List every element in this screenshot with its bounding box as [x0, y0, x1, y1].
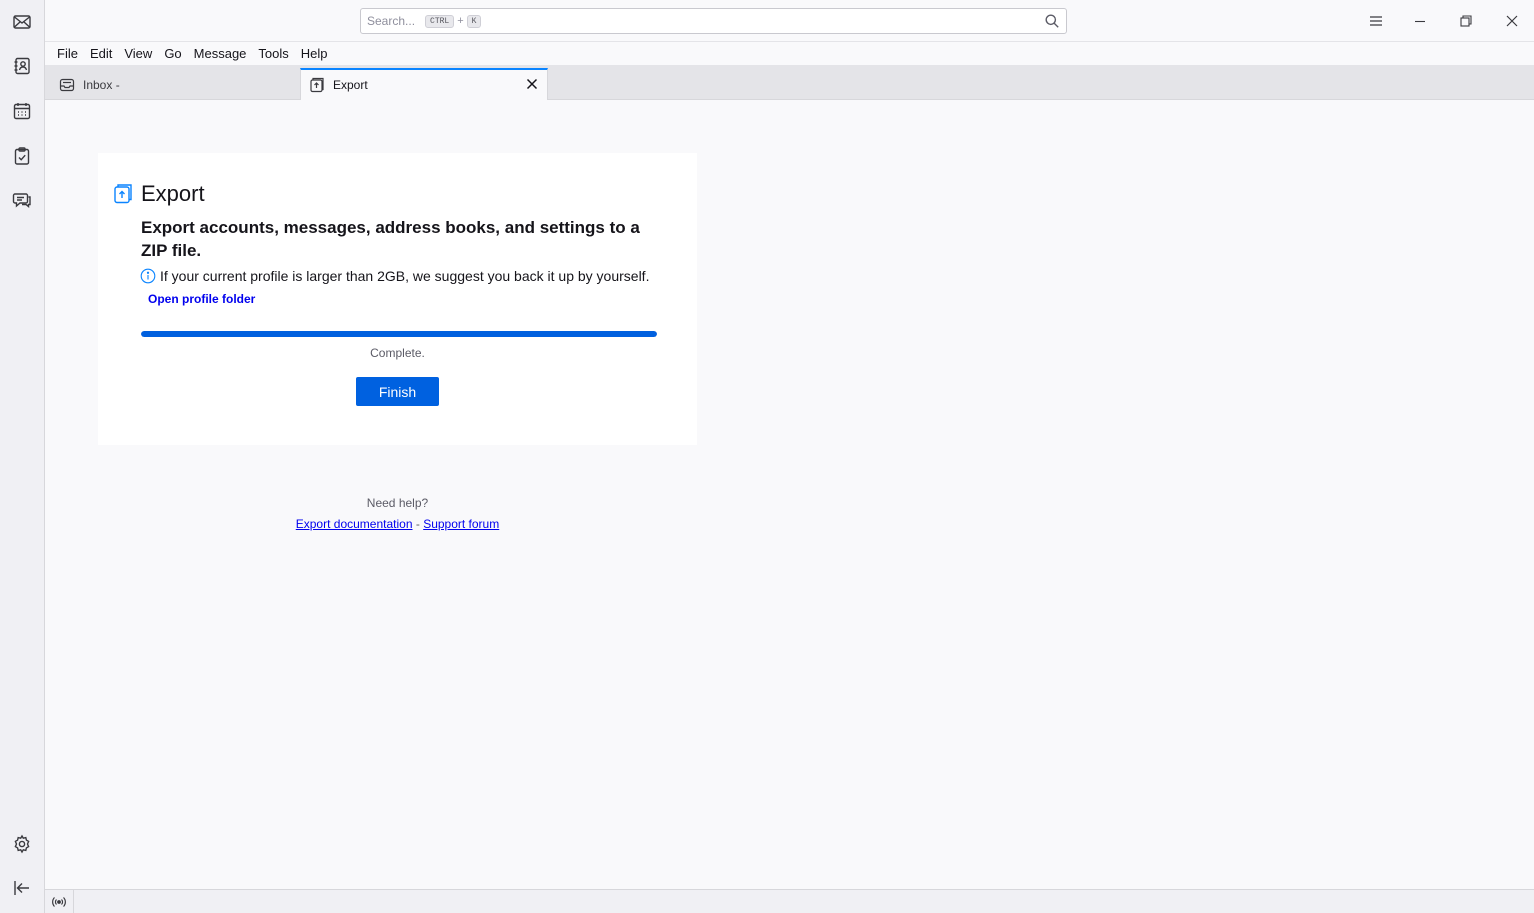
tab-inbox[interactable]: Inbox -: [55, 69, 300, 100]
calendar-icon[interactable]: [8, 97, 36, 125]
menu-go[interactable]: Go: [158, 46, 187, 61]
export-icon: [310, 77, 324, 93]
inbox-icon: [59, 78, 75, 91]
export-description: Export accounts, messages, address books…: [141, 218, 640, 260]
shortcut-k-key: K: [466, 14, 482, 28]
mail-icon[interactable]: [8, 8, 36, 36]
app-menu-icon[interactable]: [1365, 10, 1387, 32]
menu-tools[interactable]: Tools: [252, 46, 294, 61]
open-profile-folder-link[interactable]: Open profile folder: [148, 292, 255, 306]
tab-inbox-label: Inbox -: [83, 77, 120, 92]
menu-edit[interactable]: Edit: [84, 46, 118, 61]
menu-bar: File Edit View Go Message Tools Help: [45, 42, 1534, 64]
collapse-toolbar-icon[interactable]: [8, 874, 36, 902]
restore-icon[interactable]: [1455, 10, 1477, 32]
search-input[interactable]: Search... CTRL + K: [360, 8, 1067, 34]
tab-export[interactable]: Export: [300, 68, 548, 100]
menu-help[interactable]: Help: [295, 46, 334, 61]
address-book-icon[interactable]: [8, 52, 36, 80]
title-bar: Search... CTRL + K: [45, 0, 1534, 42]
help-section: Need help? Export documentation - Suppor…: [98, 496, 697, 531]
export-status: Complete.: [370, 346, 425, 360]
minimize-icon[interactable]: [1409, 10, 1431, 32]
profile-size-info: If your current profile is larger than 2…: [140, 268, 649, 284]
export-card: Export Export accounts, messages, addres…: [98, 153, 697, 445]
tab-export-label: Export: [333, 78, 368, 92]
menu-view[interactable]: View: [118, 46, 158, 61]
status-bar: [45, 889, 1534, 913]
menu-message[interactable]: Message: [188, 46, 253, 61]
search-placeholder: Search...: [367, 14, 416, 28]
tab-strip: Inbox - Export: [45, 65, 1534, 100]
spaces-toolbar: [0, 0, 45, 913]
link-separator: -: [415, 517, 420, 531]
export-progress-bar: [141, 331, 657, 337]
export-header: Export: [112, 181, 205, 207]
info-text: If your current profile is larger than 2…: [160, 268, 650, 284]
tasks-icon[interactable]: [8, 142, 36, 170]
finish-button[interactable]: Finish: [356, 377, 439, 406]
chat-icon[interactable]: [8, 186, 36, 214]
shortcut-ctrl-key: CTRL: [425, 14, 455, 28]
progress-fill: [141, 331, 657, 337]
need-help-text: Need help?: [366, 496, 429, 510]
search-icon[interactable]: [1044, 13, 1060, 29]
online-status-icon[interactable]: [51, 894, 67, 910]
export-header-icon: [114, 184, 132, 204]
close-tab-icon[interactable]: [525, 77, 539, 91]
export-documentation-link[interactable]: Export documentation: [296, 517, 413, 531]
info-icon: [140, 268, 156, 284]
support-forum-link[interactable]: Support forum: [423, 517, 499, 531]
settings-gear-icon[interactable]: [8, 830, 36, 858]
close-window-icon[interactable]: [1501, 10, 1523, 32]
export-title: Export: [141, 181, 205, 206]
thunderbird-window: Search... CTRL + K File Edit View Go Mes…: [0, 0, 1534, 913]
menu-file[interactable]: File: [51, 46, 84, 61]
status-divider: [73, 890, 74, 913]
shortcut-plus: +: [457, 15, 464, 27]
